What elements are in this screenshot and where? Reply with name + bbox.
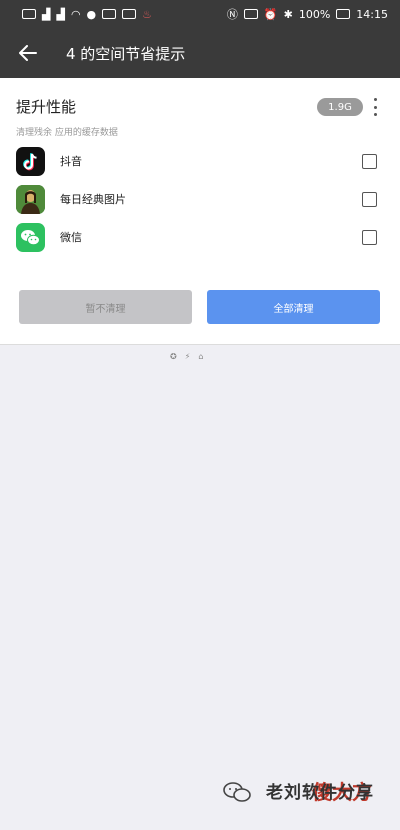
app-notification-icon: ● [86, 7, 97, 21]
wifi-icon: ◠ [70, 7, 81, 21]
signal-icon-2: ▟ [56, 7, 65, 21]
section-title: 提升性能 [16, 98, 77, 116]
size-badge[interactable]: 1.9G [317, 98, 363, 116]
list-item-wechat[interactable]: 微信 [0, 222, 400, 252]
cancel-button[interactable]: 暂不清理 [19, 290, 192, 324]
select-checkbox[interactable] [362, 229, 377, 245]
list-item-tiktok[interactable]: 抖音 [0, 146, 400, 176]
more-dot-icon [373, 98, 377, 101]
footer-icon-3: ⌂ [198, 352, 204, 361]
title-bar: 4 的空间节省提示 [0, 28, 400, 78]
cleanup-card: 提升性能 清理残余 应用的缓存数据 1.9G 抖音 每日经典图片 微信 暂不清理… [0, 78, 400, 345]
confirm-cleanup-button[interactable]: 全部清理 [207, 290, 380, 324]
section-subtitle: 清理残余 应用的缓存数据 [16, 128, 118, 138]
bluetooth-icon: ✱ [283, 7, 293, 21]
more-dot-icon [373, 113, 377, 116]
battery-percent: 100% [298, 7, 331, 21]
more-dot-icon [373, 105, 377, 109]
footer-icon-1: ✪ [170, 352, 177, 361]
app-name: 每日经典图片 [60, 193, 126, 206]
wechat-watermark-icon [222, 781, 252, 803]
notification-icon [22, 9, 36, 19]
watermark: 老刘软件分享 [222, 778, 374, 803]
section-header: 提升性能 清理残余 应用的缓存数据 [16, 96, 118, 138]
footer-icons: ✪ ⚡ ⌂ [170, 352, 203, 361]
clock: 14:15 [356, 7, 388, 21]
flame-icon: ♨ [142, 7, 153, 21]
list-item-daily-art[interactable]: 每日经典图片 [0, 184, 400, 214]
status-bar-right: Ⓝ ⏰ ✱ 100% 14:15 [227, 8, 388, 21]
footer-icon-2: ⚡ [184, 352, 191, 361]
app-name: 微信 [60, 231, 82, 244]
battery-icon [336, 9, 351, 19]
nfc-box-icon [243, 9, 258, 19]
mona-lisa-icon [16, 184, 45, 214]
app-name: 抖音 [60, 155, 82, 168]
nfc-icon: Ⓝ [226, 7, 238, 21]
more-options-button[interactable] [370, 98, 380, 116]
tiktok-icon [16, 146, 45, 176]
alarm-icon: ⏰ [263, 7, 278, 21]
status-bar: ▟ ▟ ◠ ● ♨ Ⓝ ⏰ ✱ 100% 14:15 [0, 0, 400, 28]
select-checkbox[interactable] [362, 153, 377, 169]
calendar-icon [122, 9, 137, 19]
wechat-icon [16, 222, 45, 252]
select-checkbox[interactable] [362, 191, 377, 207]
page-title: 4 的空间节省提示 [66, 44, 186, 63]
status-bar-left: ▟ ▟ ◠ ● ♨ [22, 9, 152, 20]
back-button[interactable] [0, 28, 56, 78]
message-icon [102, 9, 117, 19]
watermark-bottom-text: 老刘软件分享 [266, 783, 374, 803]
signal-icon: ▟ [42, 7, 51, 21]
back-arrow-icon [19, 45, 37, 61]
